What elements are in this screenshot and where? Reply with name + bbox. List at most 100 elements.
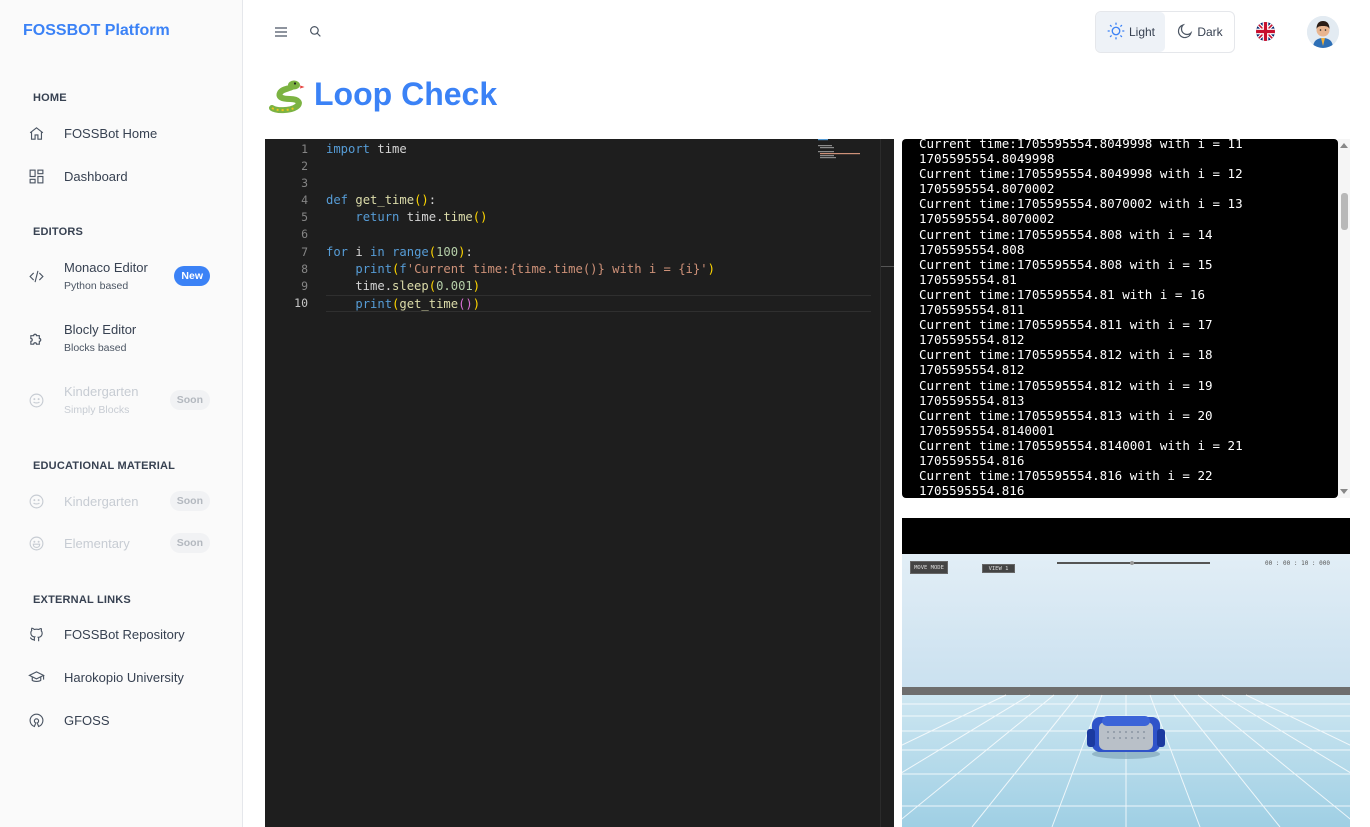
sidebar-item-gfoss[interactable]: GFOSS	[28, 700, 218, 740]
graduation-cap-icon	[28, 668, 54, 686]
sidebar-item-label: Monaco Editor	[64, 260, 148, 275]
terminal-line: Current time:1705595554.812 with i = 18	[919, 347, 1213, 363]
sidebar-item-label: Kindergarten	[64, 384, 139, 399]
soon-badge: Soon	[169, 491, 210, 511]
terminal-line: Current time:1705595554.813 with i = 20	[919, 407, 1213, 423]
line-number: 10	[294, 295, 308, 310]
terminal-line: 1705595554.812	[919, 332, 1025, 348]
editor-scrollbar[interactable]	[880, 139, 881, 827]
code-icon	[28, 267, 54, 285]
terminal-line: 1705595554.8070002	[919, 211, 1055, 227]
light-theme-button[interactable]: Light	[1096, 12, 1165, 52]
home-icon	[28, 124, 54, 142]
dark-theme-label: Dark	[1197, 25, 1223, 39]
sidebar-item-label: Elementary	[64, 535, 130, 551]
line-number: 9	[301, 278, 308, 293]
editor-scroll-marker	[881, 266, 894, 267]
search-icon[interactable]	[309, 25, 322, 43]
light-theme-label: Light	[1128, 25, 1156, 39]
terminal-line: Current time:1705595554.816 with i = 22	[919, 468, 1213, 484]
simulator-timer: 00 : 00 : 10 : 000	[1264, 560, 1330, 567]
terminal-line: 1705595554.8140001	[919, 422, 1055, 438]
section-title-external-links: EXTERNAL LINKS	[33, 594, 131, 606]
language-flag-uk-icon[interactable]	[1256, 22, 1275, 41]
sidebar-item-fossbot-home[interactable]: FOSSBot Home	[28, 113, 218, 153]
sidebar-item-label: Harokopio University	[64, 669, 184, 685]
simulator-scene	[902, 554, 1350, 827]
terminal-line: 1705595554.8070002	[919, 181, 1055, 197]
terminal-line: 1705595554.811	[919, 302, 1025, 318]
terminal-scrollbar[interactable]	[1338, 139, 1350, 498]
code-line-current: print(get_time())	[326, 294, 871, 312]
line-number: 3	[301, 176, 308, 191]
user-avatar[interactable]	[1307, 16, 1339, 48]
line-number: 6	[301, 227, 308, 242]
scroll-up-arrow-icon[interactable]	[1340, 143, 1348, 148]
sidebar: FOSSBOT Platform HOME FOSSBot Home Dashb…	[0, 0, 243, 827]
sidebar-item-label: Kindergarten	[64, 493, 139, 509]
code-line: return time.time()	[355, 210, 488, 225]
sidebar-item-label: Dashboard	[64, 168, 128, 184]
theme-toggle: Light Dark	[1095, 11, 1235, 53]
dark-theme-button[interactable]: Dark	[1165, 12, 1234, 52]
terminal-line: 1705595554.816	[919, 483, 1025, 498]
soon-badge: Soon	[169, 390, 210, 410]
line-number: 2	[301, 159, 308, 174]
terminal-line: Current time:1705595554.808 with i = 14	[919, 226, 1213, 242]
line-number: 7	[301, 244, 308, 259]
terminal-line: Current time:1705595554.8070002 with i =…	[919, 196, 1243, 212]
terminal-line: 1705595554.816	[919, 452, 1025, 468]
terminal-line: Current time:1705595554.81 with i = 16	[919, 286, 1205, 302]
code-line: import time	[326, 142, 407, 156]
simulator-view-button[interactable]: VIEW 1	[982, 564, 1015, 573]
terminal-output[interactable]: Current time:1705595554.8049998 with i =…	[902, 139, 1338, 498]
simulator-mode-button[interactable]: MOVE MODE	[910, 561, 948, 574]
terminal-line: 1705595554.8049998	[919, 151, 1055, 167]
open-source-icon	[28, 711, 54, 729]
sidebar-item-label: Blocly Editor	[64, 322, 137, 337]
section-title-home: HOME	[33, 92, 67, 104]
sidebar-item-label: FOSSBot Repository	[64, 626, 185, 642]
terminal-line: 1705595554.808	[919, 241, 1025, 257]
brand-title[interactable]: FOSSBOT Platform	[23, 22, 170, 40]
line-number-gutter: 1 2 3 4 5 6 7 8 9 10	[265, 141, 313, 312]
terminal-line: Current time:1705595554.811 with i = 17	[919, 317, 1213, 333]
code-editor[interactable]: 1 2 3 4 5 6 7 8 9 10 import time def get…	[265, 139, 894, 827]
sidebar-item-harokopio-university[interactable]: Harokopio University	[28, 657, 218, 697]
smile-icon	[28, 391, 54, 409]
sidebar-item-label: GFOSS	[64, 712, 110, 728]
code-line: for i in range(100):	[326, 244, 473, 259]
sidebar-item-fossbot-repository[interactable]: FOSSBot Repository	[28, 614, 218, 654]
code-minimap[interactable]	[816, 139, 880, 161]
github-icon	[28, 625, 54, 643]
sidebar-item-sublabel: Python based	[64, 280, 129, 292]
puzzle-icon	[28, 329, 54, 347]
menu-toggle-icon[interactable]	[273, 24, 289, 45]
soon-badge: Soon	[169, 533, 210, 553]
terminal-line: Current time:1705595554.8049998 with i =…	[919, 166, 1243, 182]
code-line: print(f'Current time:{time.time()} with …	[355, 261, 715, 276]
page-title-text: Loop Check	[314, 75, 498, 112]
sidebar-item-blocly-editor[interactable]: Blocly Editor Blocks based	[28, 318, 218, 358]
terminal-line: Current time:1705595554.808 with i = 15	[919, 256, 1213, 272]
robot-simulator-view[interactable]: MOVE MODE VIEW 1 00 : 00 : 10 : 000	[902, 518, 1350, 827]
sidebar-item-monaco-editor[interactable]: Monaco Editor Python based New	[28, 256, 218, 296]
line-number: 1	[301, 142, 308, 156]
code-area[interactable]: import time def get_time(): return time.…	[326, 141, 871, 312]
page-title: Loop Check	[266, 74, 497, 114]
code-line: def get_time():	[326, 193, 437, 208]
sidebar-item-label: FOSSBot Home	[64, 125, 158, 141]
sidebar-item-dashboard[interactable]: Dashboard	[28, 156, 218, 196]
snake-icon	[266, 74, 306, 114]
scroll-thumb[interactable]	[1341, 193, 1348, 230]
sun-icon	[1106, 21, 1126, 44]
terminal-line: Current time:1705595554.812 with i = 19	[919, 377, 1213, 393]
terminal-line: 1705595554.813	[919, 392, 1025, 408]
new-badge: New	[174, 266, 210, 286]
code-line: time.sleep(0.001)	[326, 278, 481, 293]
section-title-editors: EDITORS	[33, 226, 84, 238]
terminal-line: 1705595554.81	[919, 271, 1017, 287]
scroll-down-arrow-icon[interactable]	[1340, 489, 1348, 494]
